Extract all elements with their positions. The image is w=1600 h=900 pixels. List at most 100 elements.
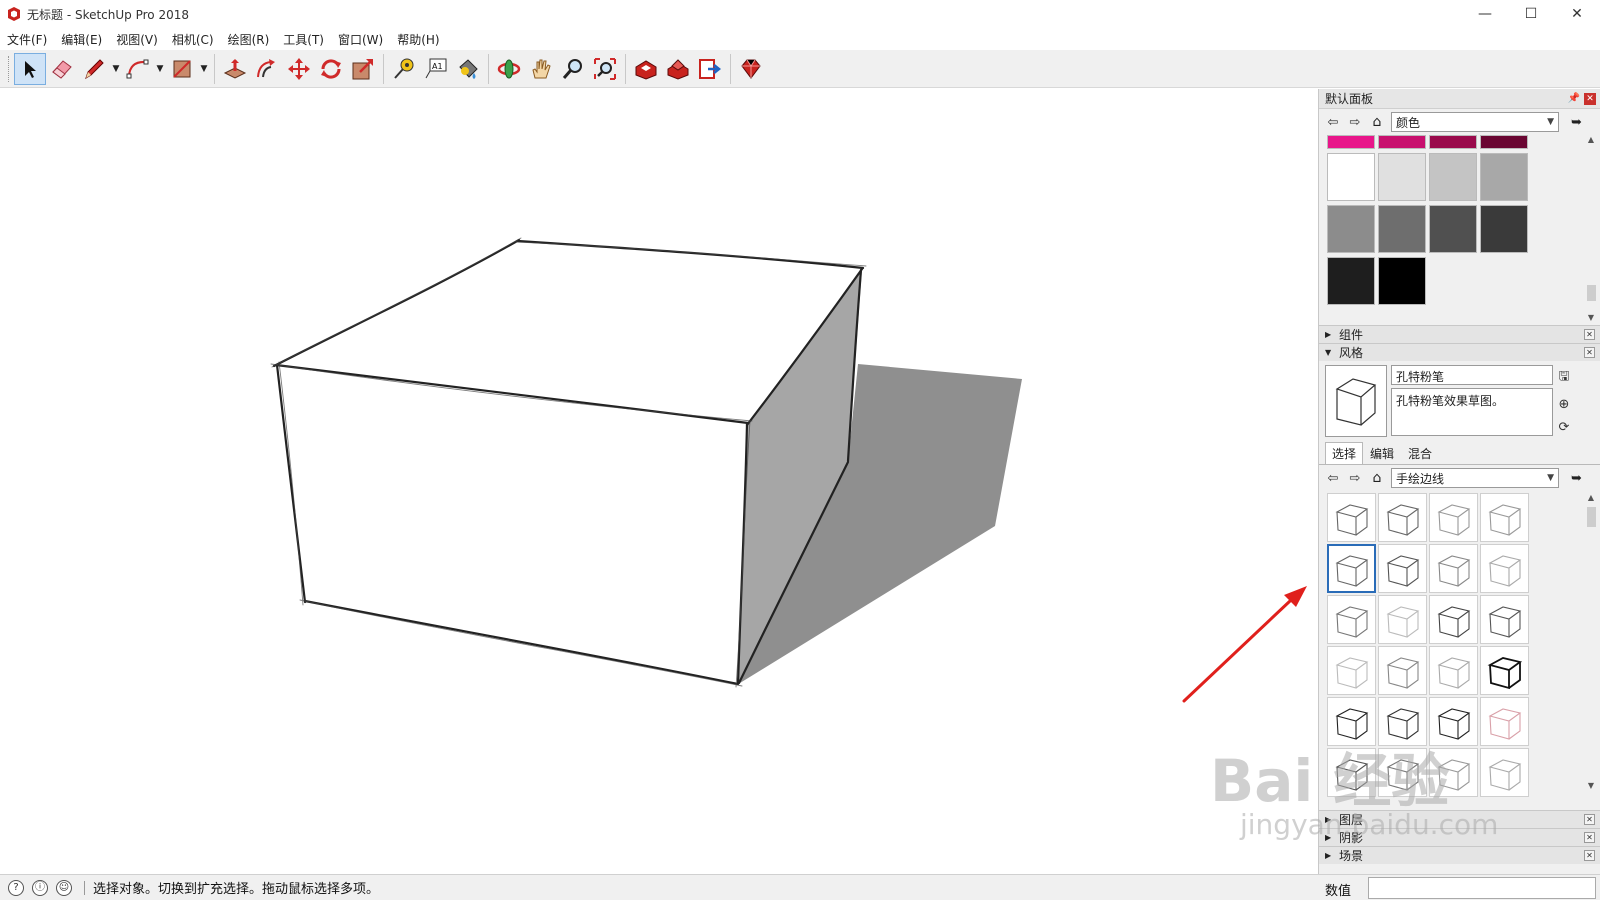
push-pull-tool-button[interactable] bbox=[219, 53, 251, 85]
section-close-icon[interactable]: ✕ bbox=[1584, 814, 1595, 825]
material-swatch[interactable] bbox=[1327, 135, 1375, 149]
style-collection-select[interactable]: 手绘边线 ▼ bbox=[1391, 468, 1559, 488]
close-button[interactable]: ✕ bbox=[1554, 0, 1600, 28]
scale-tool-button[interactable] bbox=[347, 53, 379, 85]
select-tool-button[interactable] bbox=[14, 52, 46, 85]
material-swatch[interactable] bbox=[1378, 205, 1426, 253]
pan-tool-button[interactable] bbox=[525, 53, 557, 85]
material-swatch[interactable] bbox=[1480, 205, 1528, 253]
arc-tool-button[interactable] bbox=[122, 53, 154, 85]
style-thumbnail[interactable] bbox=[1327, 748, 1376, 797]
style-thumbnail[interactable] bbox=[1327, 595, 1376, 644]
style-thumbnail[interactable] bbox=[1429, 493, 1478, 542]
scenes-section-header[interactable]: ▶ 场景 ✕ bbox=[1319, 846, 1600, 864]
back-arrow-icon[interactable]: ⇦ bbox=[1325, 471, 1341, 486]
rectangle-tool-button[interactable] bbox=[166, 53, 198, 85]
menu-tools[interactable]: 工具(T) bbox=[276, 31, 331, 48]
material-swatch[interactable] bbox=[1429, 153, 1477, 201]
pin-icon[interactable]: 📌 bbox=[1568, 93, 1580, 104]
details-arrow-icon[interactable]: ➥ bbox=[1571, 115, 1582, 130]
style-thumbnail[interactable] bbox=[1378, 646, 1427, 695]
offset-tool-button[interactable] bbox=[251, 53, 283, 85]
orbit-tool-button[interactable] bbox=[493, 53, 525, 85]
text-tool-button[interactable]: A1 bbox=[420, 53, 452, 85]
menu-file[interactable]: 文件(F) bbox=[0, 31, 54, 48]
section-close-icon[interactable]: ✕ bbox=[1584, 850, 1595, 861]
tab-mix[interactable]: 混合 bbox=[1401, 442, 1439, 464]
scroll-up-icon[interactable]: ▲ bbox=[1584, 135, 1598, 147]
home-icon[interactable]: ⌂ bbox=[1369, 470, 1385, 486]
material-swatch[interactable] bbox=[1378, 135, 1426, 149]
style-thumbnail[interactable] bbox=[1480, 697, 1529, 746]
style-description-field[interactable]: 孔特粉笔效果草图。 bbox=[1391, 388, 1553, 436]
tape-measure-tool-button[interactable] bbox=[388, 53, 420, 85]
credits-info-icon[interactable]: ⓘ bbox=[32, 879, 48, 896]
details-arrow-icon[interactable]: ➥ bbox=[1571, 471, 1582, 486]
scrollbar-thumb[interactable] bbox=[1587, 285, 1596, 301]
layers-section-header[interactable]: ▶ 图层 ✕ bbox=[1319, 810, 1600, 828]
style-thumbnail[interactable] bbox=[1378, 493, 1427, 542]
menu-help[interactable]: 帮助(H) bbox=[390, 31, 446, 48]
style-thumbnail[interactable] bbox=[1429, 595, 1478, 644]
ruby-console-button[interactable] bbox=[735, 53, 767, 85]
home-icon[interactable]: ⌂ bbox=[1369, 114, 1385, 130]
material-swatch[interactable] bbox=[1429, 205, 1477, 253]
style-thumbnail[interactable] bbox=[1480, 595, 1529, 644]
style-thumbnail[interactable] bbox=[1480, 748, 1529, 797]
section-close-icon[interactable]: ✕ bbox=[1584, 329, 1595, 340]
style-thumbnail[interactable] bbox=[1327, 697, 1376, 746]
rectangle-tool-dropdown-icon[interactable]: ▼ bbox=[198, 53, 210, 85]
tab-select[interactable]: 选择 bbox=[1325, 442, 1364, 464]
toolbar-grip[interactable] bbox=[8, 55, 11, 82]
scroll-down-icon[interactable]: ▼ bbox=[1584, 781, 1598, 793]
material-swatch[interactable] bbox=[1327, 257, 1375, 305]
forward-arrow-icon[interactable]: ⇨ bbox=[1347, 471, 1363, 486]
style-thumbnail[interactable] bbox=[1378, 748, 1427, 797]
section-close-icon[interactable]: ✕ bbox=[1584, 832, 1595, 843]
menu-view[interactable]: 视图(V) bbox=[109, 31, 165, 48]
style-thumbnail[interactable] bbox=[1378, 697, 1427, 746]
material-swatch[interactable] bbox=[1327, 205, 1375, 253]
menu-window[interactable]: 窗口(W) bbox=[331, 31, 390, 48]
style-thumbnail[interactable] bbox=[1429, 697, 1478, 746]
style-name-field[interactable]: 孔特粉笔 bbox=[1391, 365, 1553, 385]
move-tool-button[interactable] bbox=[283, 53, 315, 85]
scrollbar-thumb[interactable] bbox=[1587, 507, 1596, 527]
extension-warehouse-button[interactable] bbox=[662, 53, 694, 85]
style-thumbnail[interactable] bbox=[1480, 646, 1529, 695]
back-arrow-icon[interactable]: ⇦ bbox=[1325, 115, 1341, 130]
materials-category-select[interactable]: 颜色 ▼ bbox=[1391, 112, 1559, 132]
style-thumbnail[interactable] bbox=[1429, 748, 1478, 797]
arc-tool-dropdown-icon[interactable]: ▼ bbox=[154, 53, 166, 85]
menu-draw[interactable]: 绘图(R) bbox=[221, 31, 277, 48]
material-swatch[interactable] bbox=[1378, 153, 1426, 201]
style-thumbnail[interactable] bbox=[1480, 493, 1529, 542]
material-swatch[interactable] bbox=[1327, 153, 1375, 201]
paint-bucket-tool-button[interactable] bbox=[452, 53, 484, 85]
section-close-icon[interactable]: ✕ bbox=[1584, 347, 1595, 358]
style-thumbnail[interactable] bbox=[1327, 493, 1376, 542]
tab-edit[interactable]: 编辑 bbox=[1363, 442, 1401, 464]
measurements-input[interactable] bbox=[1368, 877, 1596, 899]
style-thumbnail[interactable] bbox=[1327, 646, 1376, 695]
material-swatch[interactable] bbox=[1378, 257, 1426, 305]
update-style-icon[interactable]: ⟳ bbox=[1557, 420, 1571, 435]
menu-edit[interactable]: 编辑(E) bbox=[54, 31, 109, 48]
scroll-up-icon[interactable]: ▲ bbox=[1584, 493, 1598, 505]
eraser-tool-button[interactable] bbox=[46, 53, 78, 85]
save-style-icon[interactable]: 🖫 bbox=[1557, 367, 1571, 389]
style-thumbnail[interactable] bbox=[1378, 595, 1427, 644]
styles-section-header[interactable]: ▼ 风格 ✕ bbox=[1319, 343, 1600, 361]
minimize-button[interactable]: — bbox=[1462, 0, 1508, 28]
scroll-down-icon[interactable]: ▼ bbox=[1584, 313, 1598, 325]
zoom-tool-button[interactable] bbox=[557, 53, 589, 85]
tray-close-icon[interactable]: ✕ bbox=[1584, 92, 1596, 105]
forward-arrow-icon[interactable]: ⇨ bbox=[1347, 115, 1363, 130]
rotate-tool-button[interactable] bbox=[315, 53, 347, 85]
components-section-header[interactable]: ▶ 组件 ✕ bbox=[1319, 325, 1600, 343]
material-swatch[interactable] bbox=[1429, 135, 1477, 149]
3d-warehouse-button[interactable] bbox=[630, 53, 662, 85]
style-thumbnail[interactable] bbox=[1378, 544, 1427, 593]
maximize-button[interactable]: ☐ bbox=[1508, 0, 1554, 28]
materials-scrollbar[interactable]: ▲ ▼ bbox=[1584, 135, 1598, 325]
